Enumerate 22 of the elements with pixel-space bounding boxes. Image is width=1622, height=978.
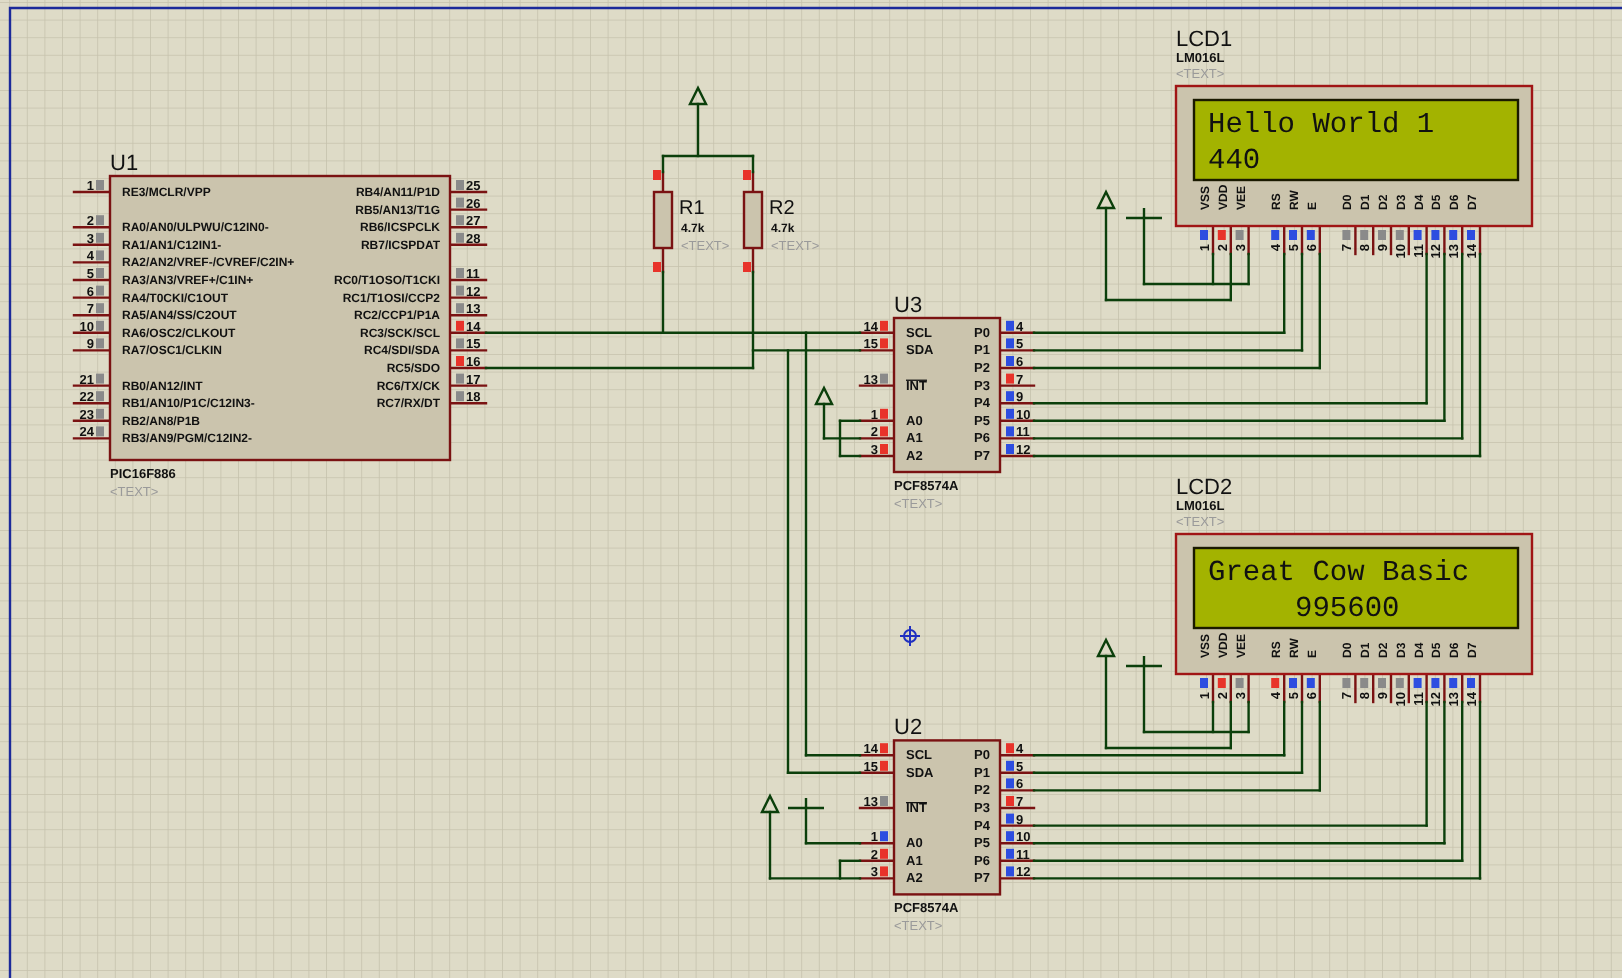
power-terminal-icon <box>1096 189 1116 210</box>
reference-label: LCD2 <box>1176 476 1233 500</box>
lcd-text: 995600 <box>1295 594 1400 626</box>
power-terminal-icon <box>760 793 780 814</box>
power-terminal-icon <box>814 385 834 406</box>
lcd-text: Hello World 1 <box>1208 110 1435 142</box>
resistor-body <box>652 190 674 250</box>
ground-terminal-icon <box>1126 208 1162 220</box>
lcd-text: Great Cow Basic <box>1208 558 1470 590</box>
reference-label: U2 <box>894 716 923 741</box>
lcd-text: 440 <box>1208 146 1261 178</box>
ground-terminal-icon <box>788 798 824 810</box>
reference-label: U3 <box>894 294 923 318</box>
power-terminal-icon <box>1096 637 1116 658</box>
reference-label: LCD1 <box>1176 28 1233 52</box>
power-terminal-icon <box>688 85 708 106</box>
reference-label: R1 <box>679 198 705 220</box>
reference-label: U1 <box>110 152 139 176</box>
resistor-body <box>742 190 764 250</box>
reference-label: R2 <box>769 198 795 220</box>
ground-terminal-icon <box>1126 656 1162 668</box>
origin-marker-icon <box>899 625 921 647</box>
